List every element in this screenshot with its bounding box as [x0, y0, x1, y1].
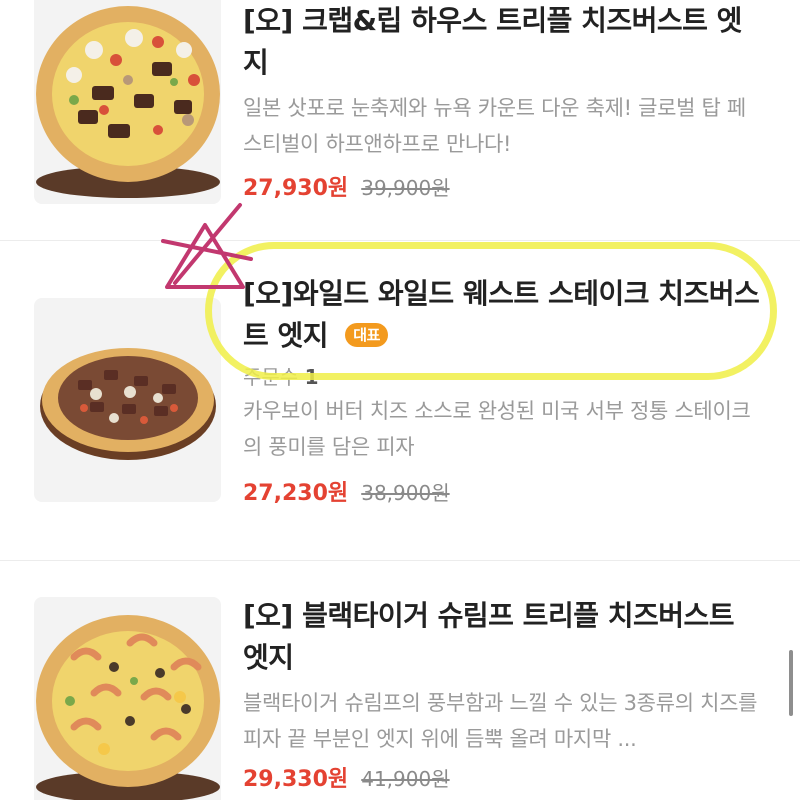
scrollbar[interactable]: [789, 650, 793, 716]
product-description: 카우보이 버터 치즈 소스로 완성된 미국 서부 정통 스테이크의 풍미를 담은…: [243, 399, 751, 459]
sale-price: 27,930원: [243, 176, 349, 201]
original-price: 38,900원: [361, 481, 450, 505]
pizza-steak-icon: [40, 348, 216, 460]
order-count: 주문수 1: [243, 363, 763, 391]
product-title[interactable]: [오] 블랙타이거 슈림프 트리플 치즈버스트 엣지: [243, 595, 763, 679]
pizza-crab-rib-icon: [36, 6, 220, 198]
price-row: 27,930원 39,900원: [243, 170, 763, 202]
product-description: 블랙타이거 슈림프의 풍부함과 느낄 수 있는 3종류의 치즈를 피자 끝 부분…: [243, 691, 758, 751]
product-item-crab-rib[interactable]: [오] 크랩&립 하우스 트리플 치즈버스트 엣지 일본 삿포로 눈축제와 뉴욕…: [0, 0, 800, 240]
product-image[interactable]: [34, 0, 221, 204]
order-count-value: 1: [304, 365, 319, 389]
pizza-shrimp-icon: [36, 615, 220, 800]
product-image[interactable]: [34, 298, 221, 502]
price-row: 29,330원 41,900원: [243, 761, 763, 793]
product-title-text[interactable]: [오]와일드 와일드 웨스트 스테이크 치즈버스트 엣지: [243, 277, 760, 352]
product-title[interactable]: [오]와일드 와일드 웨스트 스테이크 치즈버스트 엣지 대표: [243, 273, 763, 357]
product-description: 일본 삿포로 눈축제와 뉴욕 카운트 다운 축제! 글로벌 탑 페스티벌이 하프…: [243, 96, 746, 156]
sale-price: 27,230원: [243, 481, 349, 506]
order-count-label: 주문수: [243, 365, 299, 389]
original-price: 41,900원: [361, 767, 450, 791]
product-image[interactable]: [34, 597, 221, 800]
product-item-black-tiger-shrimp[interactable]: [오] 블랙타이거 슈림프 트리플 치즈버스트 엣지 블랙타이거 슈림프의 풍부…: [0, 561, 800, 800]
product-item-wild-west-steak[interactable]: [오]와일드 와일드 웨스트 스테이크 치즈버스트 엣지 대표 주문수 1 카우…: [0, 241, 800, 559]
product-title[interactable]: [오] 크랩&립 하우스 트리플 치즈버스트 엣지: [243, 0, 763, 84]
product-list-screen: [오] 크랩&립 하우스 트리플 치즈버스트 엣지 일본 삿포로 눈축제와 뉴욕…: [0, 0, 800, 800]
price-row: 27,230원 38,900원: [243, 475, 763, 507]
representative-badge: 대표: [345, 323, 388, 347]
sale-price: 29,330원: [243, 767, 349, 792]
original-price: 39,900원: [361, 176, 450, 200]
